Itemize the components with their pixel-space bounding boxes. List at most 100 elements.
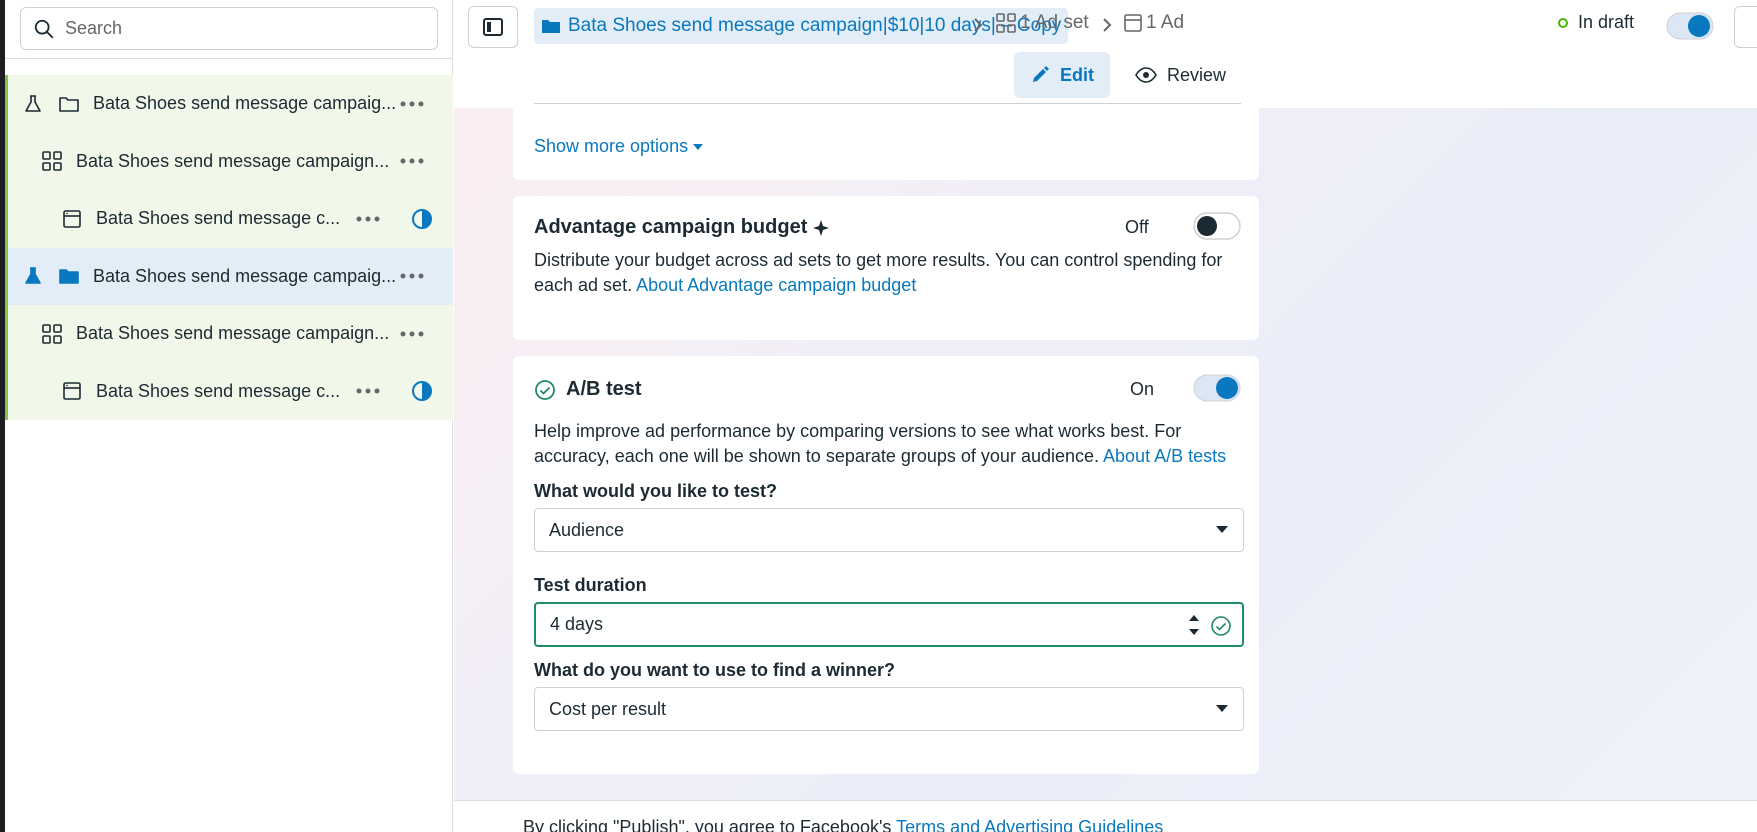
- row-accent: [5, 247, 8, 305]
- ad-icon: [60, 379, 84, 403]
- test-variable-label: What would you like to test?: [534, 481, 777, 501]
- winner-metric-select[interactable]: Cost per result: [534, 687, 1244, 731]
- more-options-icon[interactable]: [398, 322, 426, 346]
- grid-icon: [40, 149, 64, 173]
- breadcrumb-ad-label: 1 Ad: [1146, 12, 1185, 33]
- grid-icon: [40, 322, 64, 346]
- tree-item-label: Bata Shoes send message c...: [96, 208, 341, 229]
- options-card: Show more options: [513, 98, 1259, 180]
- ab-test-description: Help improve ad performance by comparing…: [534, 419, 1244, 469]
- tree-item-campaign[interactable]: Bata Shoes send message campaig...: [5, 75, 453, 133]
- budget-description: Distribute your budget across ad sets to…: [534, 248, 1244, 298]
- test-duration-value: 4 days: [550, 614, 604, 634]
- ab-test-card: A/B test On Help improve ad performance …: [513, 356, 1259, 774]
- about-ab-tests-link[interactable]: About A/B tests: [1103, 446, 1226, 466]
- more-options-icon[interactable]: [354, 379, 382, 403]
- breadcrumb-campaign[interactable]: Bata Shoes send message campaign|$10|10 …: [534, 8, 1069, 44]
- test-variable-value: Audience: [549, 519, 625, 540]
- breadcrumb-ad[interactable]: 1 Ad: [1123, 12, 1184, 34]
- search-icon: [34, 19, 54, 38]
- grid-icon: [996, 13, 1016, 33]
- flask-icon: [21, 92, 45, 116]
- stepper-icon[interactable]: [1188, 612, 1200, 638]
- budget-title: Advantage campaign budget: [534, 216, 808, 238]
- tree-item-ad[interactable]: Bata Shoes send message c...: [5, 190, 453, 248]
- show-more-label: Show more options: [534, 136, 689, 156]
- ab-variant-icon[interactable]: [411, 380, 433, 402]
- tree-item-ad[interactable]: Bata Shoes send message c...: [5, 362, 453, 420]
- more-options-icon[interactable]: [354, 207, 382, 231]
- tree-item-adset[interactable]: Bata Shoes send message campaign...: [5, 132, 453, 190]
- test-duration-input[interactable]: 4 days: [534, 602, 1244, 647]
- more-actions-button[interactable]: [1734, 6, 1757, 48]
- row-accent: [5, 305, 8, 363]
- sidebar-panel-icon: [483, 18, 503, 36]
- winner-metric-label: What do you want to use to find a winner…: [534, 660, 895, 680]
- status-dot-icon: [1558, 17, 1568, 28]
- tree-item-label: Bata Shoes send message campaig...: [93, 265, 397, 286]
- ad-icon: [60, 207, 84, 231]
- folder-icon: [542, 20, 560, 33]
- more-options-icon[interactable]: [398, 92, 426, 116]
- ab-toggle-label: On: [1130, 379, 1155, 399]
- terms-link[interactable]: Terms and Advertising Guidelines: [896, 817, 1163, 832]
- advantage-budget-toggle[interactable]: [1193, 212, 1241, 240]
- winner-metric-value: Cost per result: [549, 698, 667, 719]
- ab-test-title: A/B test: [566, 378, 642, 400]
- advantage-budget-card: Advantage campaign budget Off Distribute…: [513, 196, 1259, 340]
- divider: [534, 103, 1241, 104]
- review-mode-button[interactable]: Review: [1119, 52, 1242, 98]
- show-more-options-link[interactable]: Show more options: [534, 136, 704, 157]
- ab-variant-icon[interactable]: [411, 208, 433, 230]
- caret-down-icon: [1216, 705, 1228, 712]
- breadcrumb-campaign-label: Bata Shoes send message campaign|$10|10 …: [568, 15, 1062, 36]
- card-title: A/B test: [534, 378, 642, 401]
- check-circle-icon: [535, 379, 555, 400]
- edit-label: Edit: [1060, 64, 1094, 85]
- budget-toggle-label: Off: [1125, 217, 1149, 237]
- toggle-panel-button[interactable]: [468, 6, 518, 48]
- caret-down-icon: [693, 143, 704, 150]
- sidebar: Bata Shoes send message campaig... Bata …: [5, 0, 453, 832]
- folder-icon: [57, 264, 81, 288]
- campaign-toggle[interactable]: [1666, 12, 1714, 40]
- about-advantage-budget-link[interactable]: About Advantage campaign budget: [636, 275, 916, 295]
- search-box[interactable]: [20, 7, 438, 50]
- card-title: Advantage campaign budget: [534, 216, 830, 239]
- editor-canvas: Show more options Advantage campaign bud…: [454, 98, 1757, 800]
- top-bar: Bata Shoes send message campaign|$10|10 …: [454, 0, 1757, 108]
- pencil-icon: [1033, 66, 1049, 82]
- chevron-right-icon: [1103, 18, 1112, 32]
- breadcrumb-adset[interactable]: 1 Ad set: [995, 12, 1089, 34]
- ab-test-toggle[interactable]: [1193, 374, 1241, 402]
- test-duration-label: Test duration: [534, 575, 647, 595]
- folder-icon: [57, 92, 81, 116]
- tree-item-label: Bata Shoes send message campaig...: [93, 93, 397, 114]
- edit-mode-button[interactable]: Edit: [1014, 52, 1110, 98]
- tree-item-label: Bata Shoes send message c...: [96, 380, 341, 401]
- more-options-icon[interactable]: [398, 149, 426, 173]
- check-circle-icon: [1211, 616, 1231, 636]
- search-input[interactable]: [65, 18, 425, 39]
- row-accent: [5, 132, 8, 190]
- ad-icon: [1124, 14, 1142, 32]
- more-options-icon[interactable]: [398, 264, 426, 288]
- tree-item-label: Bata Shoes send message campaign...: [76, 323, 390, 344]
- campaign-tree: Bata Shoes send message campaig... Bata …: [5, 75, 453, 420]
- caret-down-icon: [1216, 526, 1228, 533]
- sparkle-icon: [813, 219, 830, 236]
- row-accent: [5, 75, 8, 133]
- test-variable-select[interactable]: Audience: [534, 508, 1244, 552]
- breadcrumb-adset-label: 1 Ad set: [1020, 12, 1089, 33]
- status-badge: In draft: [1558, 12, 1634, 33]
- footer-terms: By clicking "Publish", you agree to Face…: [523, 817, 1163, 832]
- publish-footer: By clicking "Publish", you agree to Face…: [454, 800, 1757, 832]
- row-accent: [5, 362, 8, 420]
- review-label: Review: [1167, 64, 1227, 85]
- tree-item-campaign[interactable]: Bata Shoes send message campaig...: [5, 247, 453, 305]
- tree-item-adset[interactable]: Bata Shoes send message campaign...: [5, 305, 453, 363]
- footer-text: By clicking "Publish", you agree to Face…: [523, 817, 892, 832]
- tree-item-label: Bata Shoes send message campaign...: [76, 150, 390, 171]
- eye-icon: [1135, 67, 1157, 83]
- row-accent: [5, 190, 8, 248]
